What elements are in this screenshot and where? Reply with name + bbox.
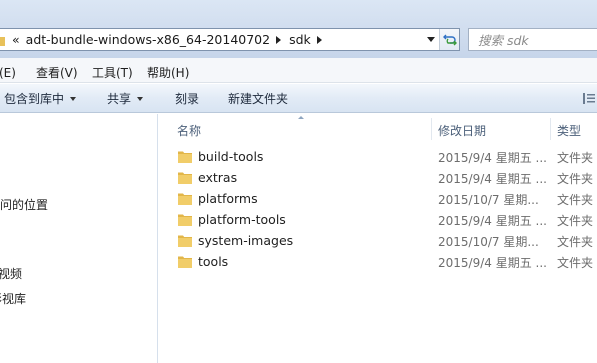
menu-edit[interactable]: 辑(E) (0, 64, 16, 81)
file-modified: 2015/9/4 星期五 ... (438, 172, 547, 186)
folder-icon (178, 256, 192, 268)
file-modified: 2015/9/4 星期五 ... (438, 214, 547, 228)
nav-item-recent-places[interactable]: 访问的位置 (0, 196, 48, 213)
breadcrumb-overflow-chevron[interactable]: « (5, 29, 26, 50)
include-in-library-label: 包含到库中 (4, 92, 65, 106)
menu-help[interactable]: 帮助(H) (147, 64, 189, 81)
folder-icon (178, 193, 192, 205)
address-history-dropdown[interactable] (423, 29, 439, 50)
breadcrumb-separator-icon[interactable] (316, 35, 322, 44)
folder-icon (178, 172, 192, 184)
breadcrumb-separator-icon[interactable] (276, 35, 282, 44)
file-name: extras (198, 170, 238, 185)
column-header-type[interactable]: 类型 (557, 122, 581, 139)
file-type: 文件夹 (557, 214, 594, 228)
file-type: 文件夹 (557, 193, 594, 207)
file-name: build-tools (198, 149, 264, 164)
nav-item-video-library[interactable]: 影视库 (0, 290, 26, 307)
refresh-arrows-icon (442, 34, 457, 45)
folder-icon (178, 235, 192, 247)
share-button[interactable]: 共享 (107, 84, 144, 113)
address-bar-band: « adt-bundle-windows-x86_64-20140702 sdk… (0, 0, 597, 58)
file-row[interactable]: tools 2015/9/4 星期五 ... 文件夹 (159, 251, 597, 272)
new-folder-label: 新建文件夹 (228, 92, 289, 106)
file-type: 文件夹 (557, 235, 594, 249)
folder-icon (178, 214, 192, 226)
menu-view[interactable]: 查看(V) (36, 64, 78, 81)
file-row[interactable]: extras 2015/9/4 星期五 ... 文件夹 (159, 167, 597, 188)
file-list: build-tools 2015/9/4 星期五 ... 文件夹 extras … (159, 146, 597, 272)
chevron-down-icon (427, 37, 435, 42)
file-name: tools (198, 254, 229, 269)
refresh-button[interactable] (439, 29, 459, 50)
navigation-pane: 访问的位置 视频 影视库 (0, 114, 158, 363)
menu-tools[interactable]: 工具(T) (92, 64, 133, 81)
breadcrumb-item-adt-bundle[interactable]: adt-bundle-windows-x86_64-20140702 (26, 29, 270, 50)
file-row[interactable]: platform-tools 2015/9/4 星期五 ... 文件夹 (159, 209, 597, 230)
column-header-name[interactable]: 名称 (177, 122, 201, 139)
view-options-icon[interactable] (583, 93, 595, 104)
file-row[interactable]: system-images 2015/10/7 星期... 文件夹 (159, 230, 597, 251)
folder-icon (178, 151, 192, 163)
file-row[interactable]: build-tools 2015/9/4 星期五 ... 文件夹 (159, 146, 597, 167)
menu-bar: 辑(E) 查看(V) 工具(T) 帮助(H) (0, 58, 597, 83)
file-modified: 2015/10/7 星期... (438, 193, 539, 207)
file-name: system-images (198, 233, 294, 248)
search-placeholder: 搜索 sdk (478, 33, 529, 48)
burn-button[interactable]: 刻录 (175, 84, 199, 113)
column-header-row: 名称 修改日期 类型 (159, 114, 597, 140)
file-modified: 2015/10/7 星期... (438, 235, 539, 249)
column-divider[interactable] (550, 118, 551, 140)
file-row[interactable]: platforms 2015/10/7 星期... 文件夹 (159, 188, 597, 209)
file-modified: 2015/9/4 星期五 ... (438, 151, 547, 165)
chevron-down-icon (70, 96, 77, 101)
file-type: 文件夹 (557, 256, 594, 270)
address-bar[interactable]: « adt-bundle-windows-x86_64-20140702 sdk (0, 28, 460, 51)
burn-label: 刻录 (175, 92, 200, 106)
nav-item-videos[interactable]: 视频 (0, 265, 22, 282)
column-header-modified[interactable]: 修改日期 (438, 122, 486, 139)
file-modified: 2015/9/4 星期五 ... (438, 256, 547, 270)
chevron-down-icon (137, 96, 144, 101)
breadcrumb-item-sdk[interactable]: sdk (289, 29, 311, 50)
include-in-library-button[interactable]: 包含到库中 (4, 84, 77, 113)
file-name: platform-tools (198, 212, 286, 227)
sort-ascending-icon (298, 116, 304, 119)
new-folder-button[interactable]: 新建文件夹 (228, 84, 288, 113)
file-type: 文件夹 (557, 172, 594, 186)
file-type: 文件夹 (557, 151, 594, 165)
column-divider[interactable] (431, 118, 432, 140)
share-label: 共享 (107, 92, 132, 106)
search-input[interactable]: 搜索 sdk (468, 28, 597, 51)
command-bar: 包含到库中 共享 刻录 新建文件夹 (0, 84, 597, 113)
file-name: platforms (198, 191, 258, 206)
